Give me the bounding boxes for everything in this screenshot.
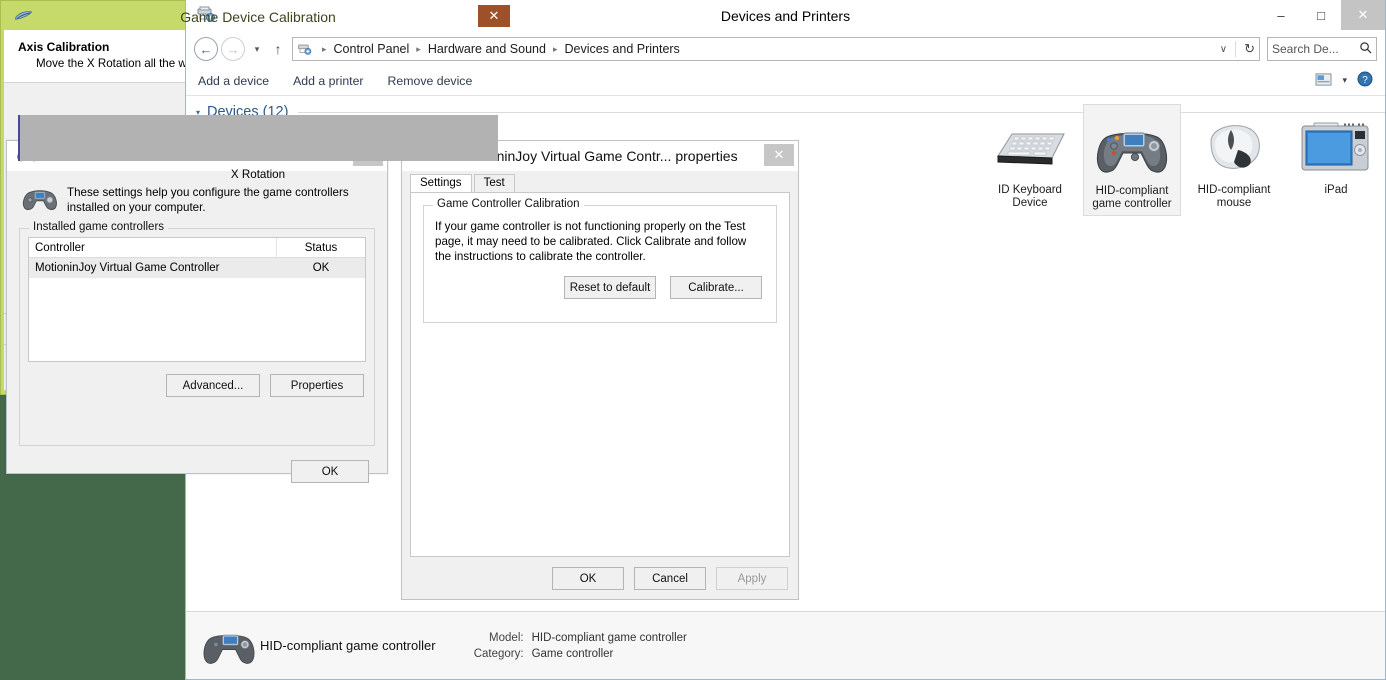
properties-button[interactable]: Properties [270, 374, 364, 397]
change-view-icon[interactable] [1315, 72, 1332, 90]
maximize-button[interactable]: □ [1301, 0, 1341, 30]
prop-cancel-button[interactable]: Cancel [634, 567, 706, 590]
help-icon[interactable]: ? [1357, 71, 1373, 90]
gc-group-buttons: Advanced... Properties [20, 374, 364, 397]
keyboard-icon [983, 110, 1077, 184]
window-controls: – □ ✕ [1261, 0, 1385, 32]
gc-ok-button[interactable]: OK [291, 460, 369, 483]
forward-button[interactable]: → [221, 37, 245, 61]
view-dropdown-icon[interactable]: ▾ [1342, 75, 1347, 86]
address-bar: ← → ▾ ↑ ▸ Control Panel ▸ Hardware and S… [186, 32, 1385, 66]
breadcrumb-dropdown-icon[interactable]: ∨ [1214, 44, 1233, 55]
prop-footer: OK Cancel Apply [402, 557, 798, 590]
close-button[interactable]: ✕ [1341, 0, 1385, 30]
prop-apply-button: Apply [716, 567, 788, 590]
breadcrumb-separator-2: ▸ [552, 43, 558, 54]
status-value-model: HID-compliant game controller [531, 631, 687, 644]
cal-close-button[interactable]: ✕ [478, 5, 510, 27]
status-field-model: Model: HID-compliant game controller [462, 632, 687, 644]
prop-ok-button[interactable]: OK [552, 567, 624, 590]
back-button[interactable]: ← [194, 37, 218, 61]
device-label-game-controller: HID-compliant game controller [1092, 185, 1172, 210]
search-placeholder: Search De... [1272, 42, 1339, 56]
minimize-button[interactable]: – [1261, 0, 1301, 30]
breadcrumb-separator-1: ▸ [416, 43, 421, 54]
breadcrumb[interactable]: ▸ Control Panel ▸ Hardware and Sound ▸ D… [292, 37, 1260, 61]
gamepad-icon [1086, 111, 1178, 185]
breadcrumb-item-control-panel[interactable]: Control Panel [332, 42, 412, 56]
cal-axis-bar-wrap: X Rotation [18, 115, 498, 181]
cal-title: Game Device Calibration [180, 9, 336, 25]
path-devices-icon [297, 42, 312, 57]
search-input[interactable]: Search De... [1267, 37, 1377, 61]
details-status-bar: HID-compliant game controller Model: HID-… [186, 611, 1385, 679]
device-tile-game-controller[interactable]: HID-compliant game controller [1083, 104, 1181, 216]
device-label-mouse: HID-compliant mouse [1197, 184, 1271, 209]
tab-settings[interactable]: Settings [410, 174, 472, 192]
refresh-button[interactable]: ↻ [1235, 41, 1255, 57]
up-button[interactable]: ↑ [268, 41, 288, 57]
status-device-name: HID-compliant game controller [260, 638, 436, 653]
status-gamepad-icon [198, 623, 260, 669]
device-tile-ipad[interactable]: iPad [1287, 104, 1385, 216]
status-key-model: Model: [489, 631, 524, 644]
status-field-category: Category: Game controller [462, 648, 687, 660]
advanced-button[interactable]: Advanced... [166, 374, 260, 397]
history-dropdown-icon[interactable]: ▾ [248, 44, 266, 55]
prop-tabstrip: Settings Test [402, 171, 798, 192]
breadcrumb-item-hardware-and-sound[interactable]: Hardware and Sound [426, 42, 548, 56]
status-value-category: Game controller [531, 647, 614, 660]
mouse-icon [1187, 110, 1281, 184]
gamepad-small-icon [14, 9, 34, 26]
calibrate-button[interactable]: Calibrate... [670, 276, 762, 299]
device-tile-keyboard[interactable]: ID Keyboard Device [981, 104, 1079, 216]
cal-axis-area: X Rotation [4, 83, 512, 313]
device-tile-mouse[interactable]: HID-compliant mouse [1185, 104, 1283, 216]
device-label-keyboard: ID Keyboard Device [998, 184, 1062, 209]
tablet-icon [1289, 110, 1383, 184]
cal-titlebar: Game Device Calibration ✕ [4, 4, 512, 30]
svg-text:?: ? [1362, 75, 1368, 86]
reset-to-default-button[interactable]: Reset to default [564, 276, 656, 299]
prop-close-button[interactable]: ✕ [764, 144, 794, 166]
search-icon [1359, 41, 1372, 57]
cal-axis-bar[interactable] [18, 115, 498, 161]
status-key-category: Category: [473, 647, 524, 660]
device-label-ipad: iPad [1324, 184, 1348, 196]
breadcrumb-item-devices-and-printers[interactable]: Devices and Printers [562, 42, 681, 56]
breadcrumb-separator-0: ▸ [322, 43, 327, 54]
gc-footer: OK [19, 460, 375, 483]
